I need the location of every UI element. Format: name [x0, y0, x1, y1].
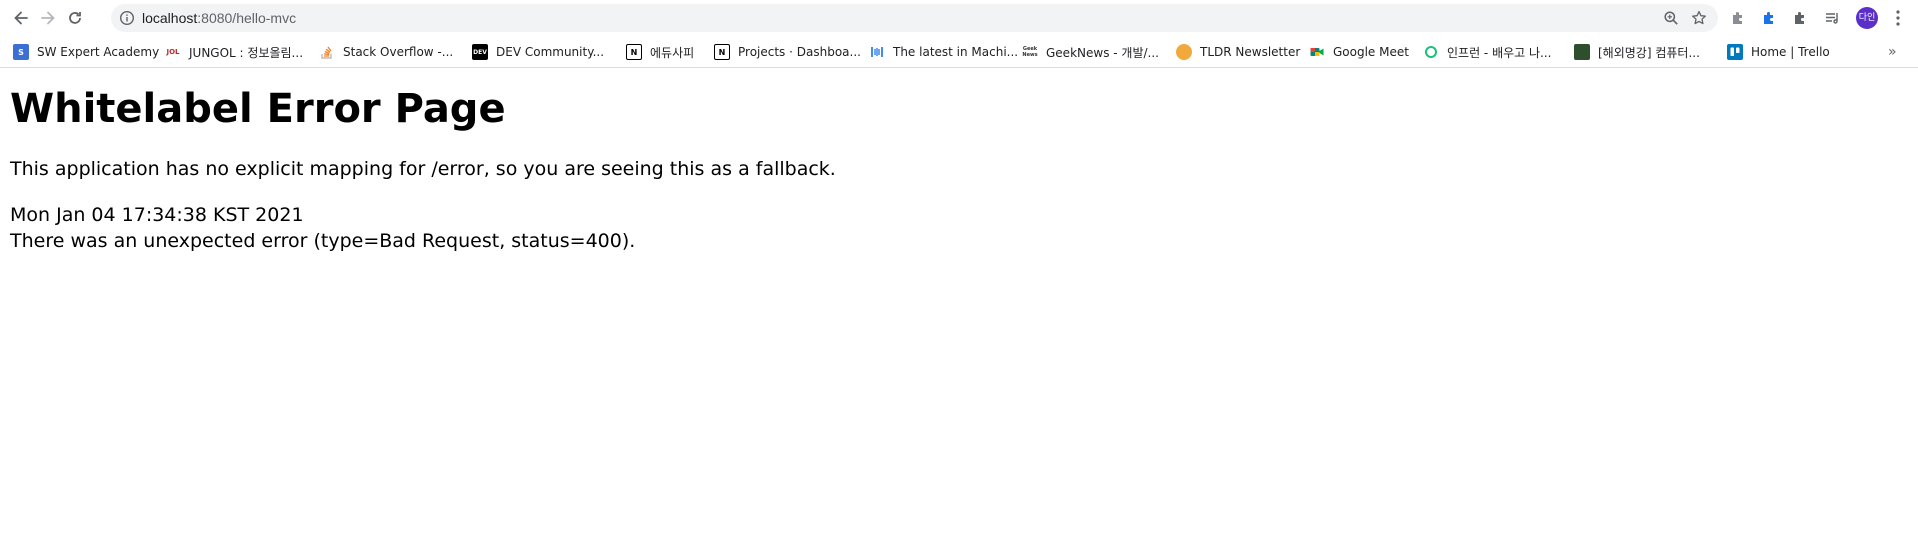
error-timestamp: Mon Jan 04 17:34:38 KST 2021: [10, 204, 304, 226]
forward-button[interactable]: [34, 4, 62, 32]
bookmark-item[interactable]: N 에듀사피: [626, 42, 694, 62]
bookmark-item[interactable]: JOL JUNGOL : 정보올림...: [165, 42, 303, 62]
bookmark-label: GeekNews - 개발/...: [1046, 45, 1159, 60]
browser-toolbar: localhost:8080/hello-mvc 다인: [0, 0, 1918, 36]
bookmark-item[interactable]: Google Meet: [1309, 42, 1409, 62]
extension-puzzle-active-icon[interactable]: [1759, 8, 1779, 28]
arrow-right-icon: [41, 11, 55, 25]
notion-icon: N: [714, 44, 730, 60]
bookmark-item[interactable]: Home | Trello: [1727, 42, 1830, 62]
bookmark-item[interactable]: N Projects · Dashboa...: [714, 42, 861, 62]
bookmark-label: SW Expert Academy: [37, 45, 160, 59]
bookmark-item[interactable]: Stack Overflow -...: [319, 42, 453, 62]
bookmark-label: JUNGOL : 정보올림...: [189, 45, 304, 60]
more-bookmarks-chevron-icon[interactable]: »: [1888, 44, 1897, 60]
profile-avatar[interactable]: 다인: [1856, 7, 1878, 29]
bookmark-item[interactable]: S SW Expert Academy: [13, 42, 159, 62]
bookmarks-bar: S SW Expert Academy JOL JUNGOL : 정보올림...…: [0, 36, 1918, 68]
bookmark-label: [해외명강] 컴퓨터...: [1598, 45, 1700, 60]
zoom-icon[interactable]: [1663, 10, 1679, 26]
stackoverflow-icon: [319, 44, 335, 60]
back-button[interactable]: [7, 4, 35, 32]
inflearn-icon: [1423, 44, 1439, 60]
bookmark-item[interactable]: DEV DEV Community...: [472, 42, 604, 62]
bookmark-label: TLDR Newsletter: [1200, 45, 1301, 59]
bookmark-item[interactable]: [해외명강] 컴퓨터...: [1574, 42, 1700, 62]
trello-icon: [1727, 44, 1743, 60]
reload-icon: [69, 12, 81, 24]
geeknews-icon: Geek News: [1022, 44, 1038, 60]
url-host: localhost: [142, 10, 198, 26]
bookmark-label: DEV Community...: [496, 45, 605, 59]
kocw-icon: [1574, 44, 1590, 60]
bookmark-label: 인프런 - 배우고 나...: [1447, 45, 1552, 60]
dev-icon: DEV: [472, 44, 488, 60]
address-bar[interactable]: localhost:8080/hello-mvc: [111, 4, 1718, 32]
swea-icon: S: [13, 44, 29, 60]
error-detail: There was an unexpected error (type=Bad …: [10, 230, 636, 252]
extension-puzzle-icon[interactable]: [1728, 8, 1748, 28]
extensions-menu-icon[interactable]: [1790, 8, 1810, 28]
bookmark-label: Home | Trello: [1751, 45, 1830, 59]
google-meet-icon: [1309, 44, 1325, 60]
reload-button[interactable]: [61, 4, 89, 32]
url-text[interactable]: localhost:8080/hello-mvc: [142, 4, 296, 32]
page-title: Whitelabel Error Page: [10, 86, 506, 132]
bookmark-label: The latest in Machi...: [893, 45, 1019, 59]
bookmark-label: 에듀사피: [650, 45, 695, 60]
bookmark-label: Stack Overflow -...: [343, 45, 454, 59]
bookmark-label: Projects · Dashboa...: [738, 45, 861, 59]
tldr-icon: [1176, 44, 1192, 60]
bookmark-item[interactable]: TLDR Newsletter: [1176, 42, 1300, 62]
reading-list-icon[interactable]: [1822, 8, 1842, 28]
arrow-left-icon: [14, 11, 28, 25]
bookmark-item[interactable]: Geek News GeekNews - 개발/...: [1022, 42, 1159, 62]
more-menu-icon[interactable]: [1895, 8, 1901, 28]
site-info-icon[interactable]: [119, 10, 135, 26]
bookmark-item[interactable]: The latest in Machi...: [869, 42, 1018, 62]
page-content: Whitelabel Error Page This application h…: [10, 68, 1900, 254]
bookmark-item[interactable]: 인프런 - 배우고 나...: [1423, 42, 1552, 62]
error-message: This application has no explicit mapping…: [10, 158, 836, 180]
bookmark-label: Google Meet: [1333, 45, 1409, 59]
notion-icon: N: [626, 44, 642, 60]
star-bookmark-icon[interactable]: [1691, 10, 1707, 26]
url-path: :8080/hello-mvc: [197, 10, 297, 26]
jungol-icon: JOL: [165, 44, 181, 60]
paperswithcode-icon: [869, 44, 885, 60]
